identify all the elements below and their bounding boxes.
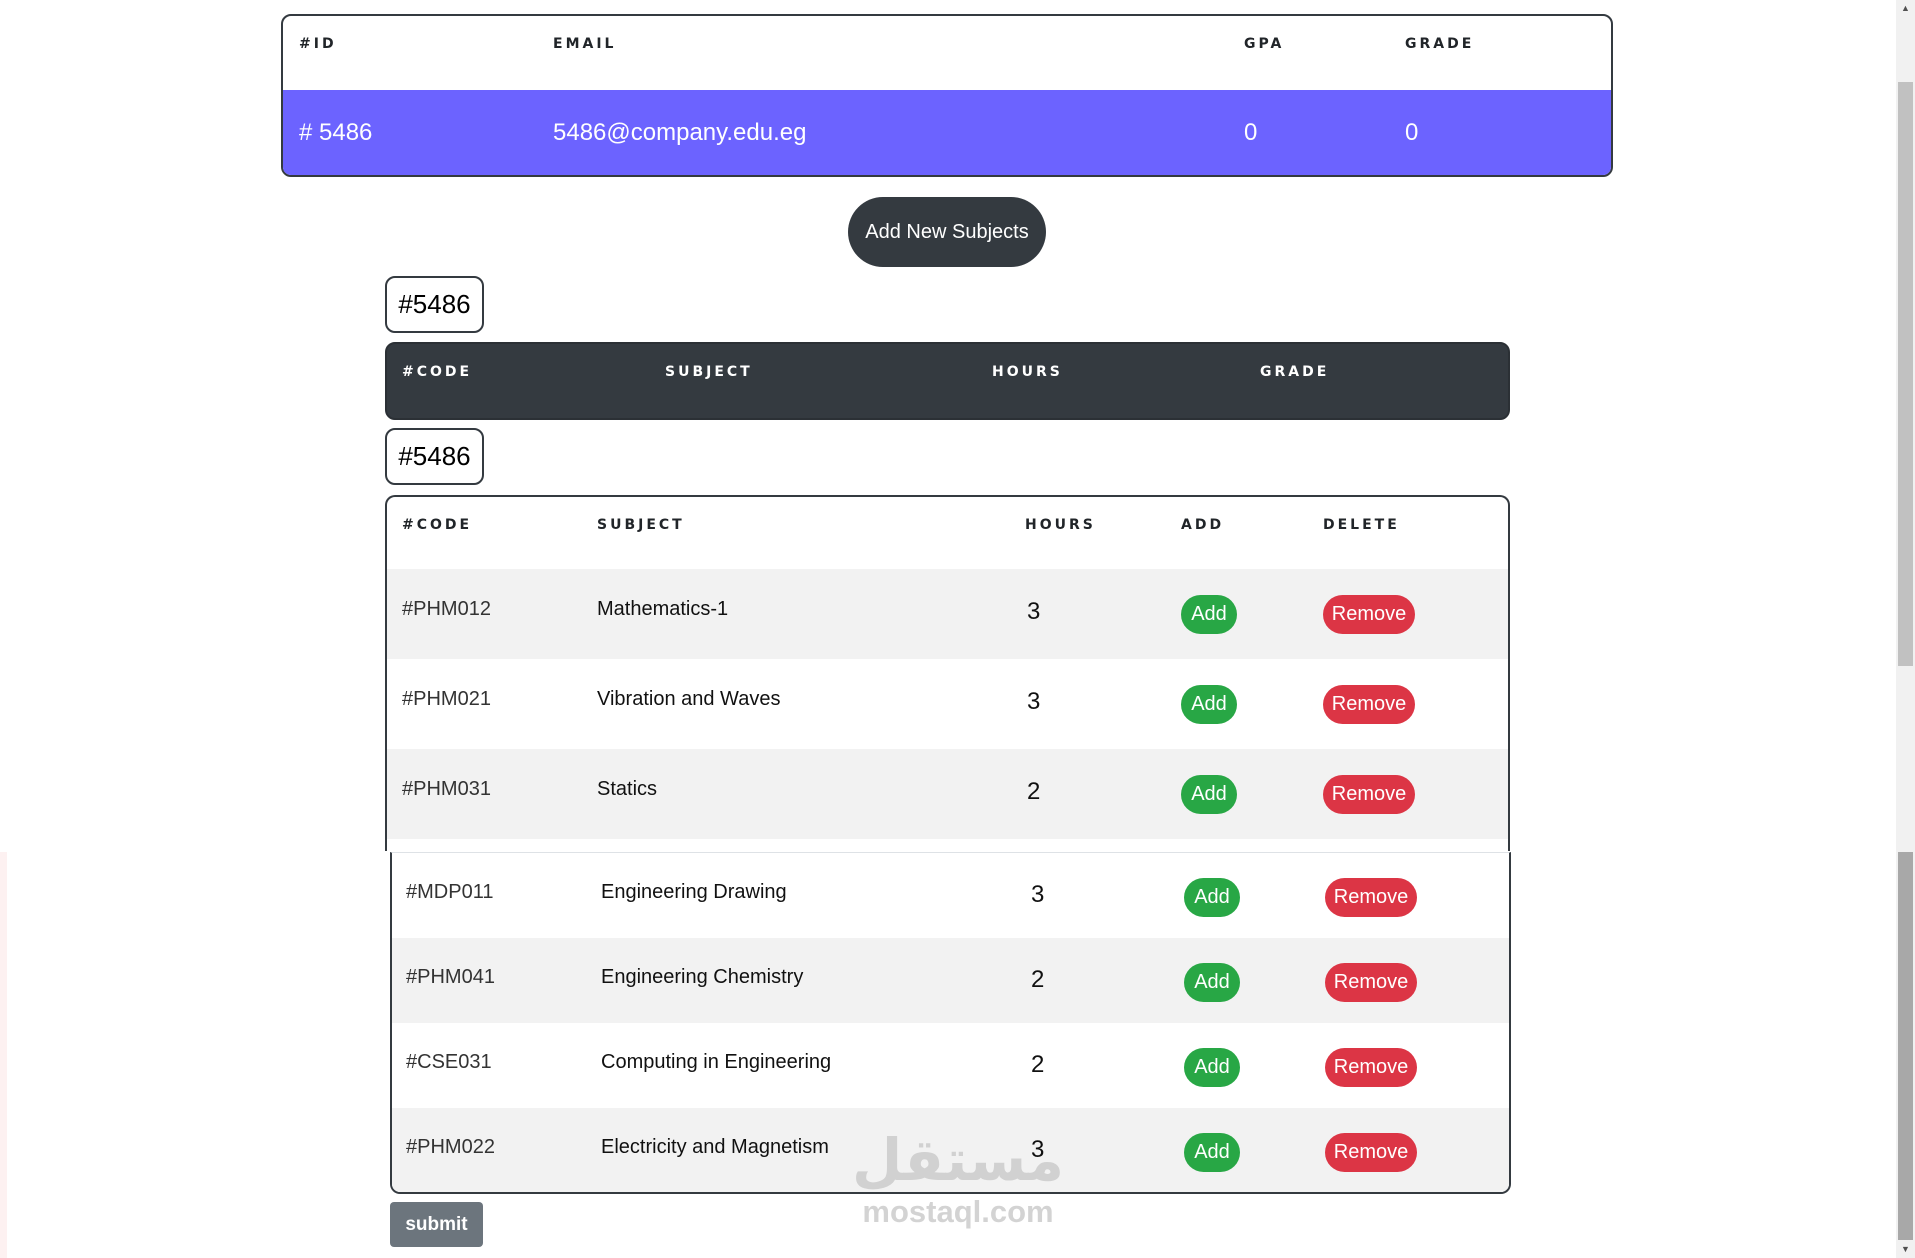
subject-code: #PHM021 xyxy=(402,688,491,710)
student-id-badge: #5486 xyxy=(385,276,484,333)
table-row: #PHM012 Mathematics-1 3 Add Remove xyxy=(387,569,1508,659)
edge-tint xyxy=(0,852,7,1258)
student-gpa: 0 xyxy=(1244,119,1258,146)
subject-code: #CSE031 xyxy=(406,1051,492,1073)
subject-hours: 2 xyxy=(1027,778,1041,805)
submit-button[interactable]: submit xyxy=(390,1202,483,1247)
header-add: ADD xyxy=(1181,517,1225,533)
student-grade: 0 xyxy=(1405,119,1419,146)
subject-hours: 2 xyxy=(1031,966,1045,993)
remove-button[interactable]: Remove xyxy=(1325,1133,1417,1172)
remove-button[interactable]: Remove xyxy=(1325,878,1417,917)
add-button[interactable]: Add xyxy=(1184,878,1240,917)
subject-name: Electricity and Magnetism xyxy=(601,1136,829,1158)
header-id: #ID xyxy=(299,36,337,52)
available-subjects-table: #CODE SUBJECT HOURS ADD DELETE #PHM012 M… xyxy=(385,495,1510,851)
table-row: #CSE031 Computing in Engineering 2 Add R… xyxy=(392,1023,1509,1108)
header-email: EMAIL xyxy=(553,36,617,52)
student-id: # 5486 xyxy=(299,119,373,146)
subject-hours: 2 xyxy=(1031,1051,1045,1078)
add-new-subjects-button[interactable]: Add New Subjects xyxy=(848,197,1046,267)
subject-code: #PHM031 xyxy=(402,778,491,800)
header-hours: HOURS xyxy=(1025,517,1096,533)
triangle-up-icon[interactable]: ▲ xyxy=(1896,0,1915,17)
add-button[interactable]: Add xyxy=(1184,1133,1240,1172)
subject-name: Vibration and Waves xyxy=(597,688,781,710)
add-button[interactable]: Add xyxy=(1184,963,1240,1002)
subject-name: Statics xyxy=(597,778,658,800)
subject-hours: 3 xyxy=(1027,598,1041,625)
header-hours: HOURS xyxy=(992,364,1063,380)
header-grade: GRADE xyxy=(1260,364,1330,380)
header-subject: SUBJECT xyxy=(597,517,685,533)
remove-button[interactable]: Remove xyxy=(1323,775,1415,814)
subject-name: Engineering Chemistry xyxy=(601,966,804,988)
remove-button[interactable]: Remove xyxy=(1323,685,1415,724)
watermark: مستقل mostaql.com xyxy=(838,1125,1078,1245)
student-table-header: #ID EMAIL GPA GRADE xyxy=(283,16,1611,90)
scrollbar-thumb[interactable] xyxy=(1898,82,1913,666)
subject-hours: 3 xyxy=(1031,881,1045,908)
subject-code: #PHM022 xyxy=(406,1136,495,1158)
student-table: #ID EMAIL GPA GRADE # 5486 5486@company.… xyxy=(281,14,1613,177)
page: #ID EMAIL GPA GRADE # 5486 5486@company.… xyxy=(0,0,1896,1258)
add-button[interactable]: Add xyxy=(1184,1048,1240,1087)
remove-button[interactable]: Remove xyxy=(1325,1048,1417,1087)
remove-button[interactable]: Remove xyxy=(1323,595,1415,634)
remove-button[interactable]: Remove xyxy=(1325,963,1417,1002)
table-row: #PHM041 Engineering Chemistry 2 Add Remo… xyxy=(392,938,1509,1023)
table-row: #PHM021 Vibration and Waves 3 Add Remove xyxy=(387,659,1508,749)
add-button[interactable]: Add xyxy=(1181,685,1237,724)
subject-hours: 3 xyxy=(1027,688,1041,715)
enrolled-subjects-table: #CODE SUBJECT HOURS GRADE xyxy=(385,342,1510,420)
watermark-text: mostaql.com xyxy=(862,1194,1054,1229)
table-row: #PHM031 Statics 2 Add Remove xyxy=(387,749,1508,839)
subject-code: #PHM012 xyxy=(402,598,491,620)
add-button[interactable]: Add xyxy=(1181,775,1237,814)
table-row: #MDP011 Engineering Drawing 3 Add Remove xyxy=(392,853,1509,938)
header-code: #CODE xyxy=(402,517,473,533)
scrollbar-thumb[interactable] xyxy=(1898,852,1913,1240)
subject-code: #PHM041 xyxy=(406,966,495,988)
subjects-table-header: #CODE SUBJECT HOURS ADD DELETE xyxy=(387,497,1508,569)
student-row: # 5486 5486@company.edu.eg 0 0 xyxy=(283,90,1611,175)
header-subject: SUBJECT xyxy=(665,364,753,380)
header-code: #CODE xyxy=(402,364,473,380)
subject-code: #MDP011 xyxy=(406,881,494,903)
student-email: 5486@company.edu.eg xyxy=(553,119,807,146)
header-grade: GRADE xyxy=(1405,36,1475,52)
subject-name: Mathematics-1 xyxy=(597,598,729,620)
subject-name: Engineering Drawing xyxy=(601,881,787,903)
student-id-badge: #5486 xyxy=(385,428,484,485)
triangle-down-icon[interactable]: ▼ xyxy=(1896,1241,1915,1258)
add-button[interactable]: Add xyxy=(1181,595,1237,634)
header-gpa: GPA xyxy=(1244,36,1285,52)
vertical-scrollbar[interactable]: ▲ ▼ xyxy=(1896,0,1915,1258)
subject-name: Computing in Engineering xyxy=(601,1051,832,1073)
header-delete: DELETE xyxy=(1323,517,1400,533)
watermark-logo: مستقل xyxy=(851,1126,1065,1194)
